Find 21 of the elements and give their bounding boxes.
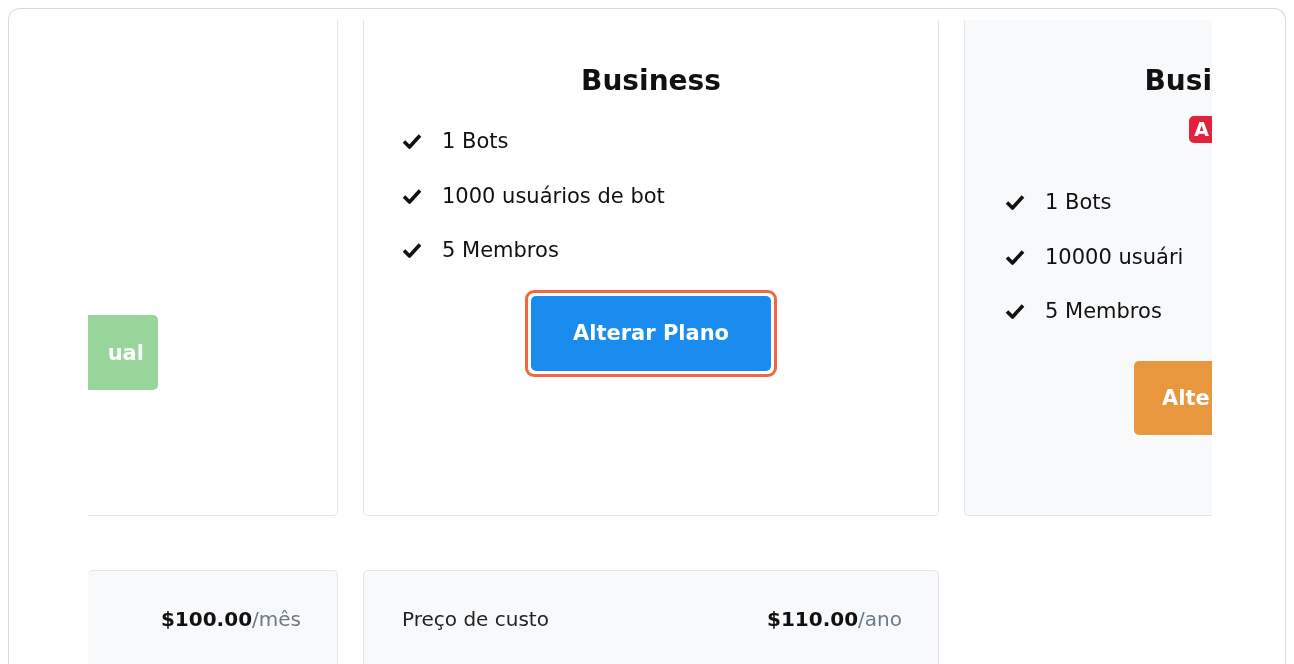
check-icon bbox=[1005, 194, 1025, 211]
feature-text: 10000 usuári bbox=[1045, 244, 1184, 269]
feature-text: 1000 usuários de bot bbox=[442, 183, 665, 208]
check-icon bbox=[1005, 303, 1025, 320]
feature-text: 5 Membros bbox=[442, 238, 559, 263]
feature-text: 5 Membros bbox=[1045, 299, 1162, 324]
plan-badge: A bbox=[1189, 116, 1212, 143]
check-icon bbox=[402, 187, 422, 204]
check-icon bbox=[402, 242, 422, 259]
plan-button[interactable]: Alterar Plano bbox=[531, 295, 771, 371]
price-label: Preço de custo bbox=[402, 606, 549, 631]
plan-title: Business bbox=[580, 66, 722, 96]
check-icon bbox=[402, 133, 422, 150]
check-icon bbox=[1005, 248, 1025, 265]
feature-text: 1 Bots bbox=[442, 129, 509, 154]
feature-text: 1 Bots bbox=[1045, 190, 1112, 215]
plan-title: Busi bbox=[1143, 66, 1212, 96]
price-amount: $110.00/ano bbox=[767, 606, 902, 631]
plan-button[interactable]: ual bbox=[88, 315, 158, 390]
price-amount: $100.00/mês bbox=[160, 606, 301, 631]
plan-button[interactable]: Alte bbox=[1134, 360, 1212, 435]
